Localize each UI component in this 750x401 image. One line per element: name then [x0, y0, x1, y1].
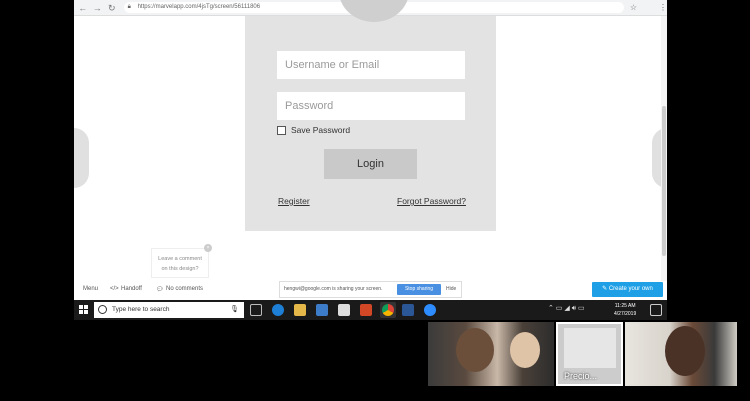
mail-icon[interactable]: [338, 304, 350, 316]
username-field[interactable]: Username or Email: [277, 51, 465, 79]
clock-date: 4/27/2019: [614, 311, 637, 317]
comment-line-2: on this design?: [161, 266, 199, 272]
windows-taskbar: Type here to search 🎙︎ ⌃ ▭ ◢ 🔊︎ ▭ 11:25 …: [74, 300, 667, 320]
reload-icon[interactable]: ↻: [106, 2, 118, 14]
sharing-text: hengwi@google.com is sharing your screen…: [284, 286, 383, 292]
prev-screen-arrow[interactable]: [74, 128, 89, 188]
store-icon[interactable]: [316, 304, 328, 316]
prototype-toolbar: Menu </> Handoff 💬︎ No comments hengwi@g…: [74, 281, 667, 300]
participant-figure: [456, 328, 494, 372]
marvel-logo-icon: ✎: [602, 286, 609, 292]
scrollbar-thumb[interactable]: [662, 106, 666, 256]
save-password-label: Save Password: [291, 125, 351, 135]
zoom-icon[interactable]: [424, 304, 436, 316]
save-password-checkbox[interactable]: [277, 126, 286, 135]
windows-start-icon[interactable]: [79, 305, 88, 314]
participant-figure: [510, 332, 540, 368]
scrollbar[interactable]: [661, 16, 667, 281]
bookmark-star-icon[interactable]: ☆: [630, 3, 637, 12]
chrome-icon: [382, 304, 394, 316]
hide-button[interactable]: Hide: [446, 282, 456, 297]
lock-icon: 🔒︎: [127, 4, 131, 10]
shared-screen-thumbnail: [564, 328, 616, 368]
chrome-active-tile[interactable]: [380, 302, 396, 318]
forgot-password-link[interactable]: Forgot Password?: [397, 196, 466, 206]
menu-button[interactable]: Menu: [83, 286, 98, 292]
create-your-own-button[interactable]: ✎ Create your own: [592, 282, 663, 297]
powerpoint-icon[interactable]: [360, 304, 372, 316]
video-tile-1[interactable]: [428, 322, 554, 386]
participant-name: Precio...: [564, 371, 598, 381]
comment-icon: 💬︎: [156, 287, 164, 293]
back-icon[interactable]: ←: [77, 2, 89, 14]
participant-figure: [665, 326, 705, 376]
word-icon[interactable]: [402, 304, 414, 316]
video-tile-2[interactable]: Precio...: [556, 322, 623, 386]
comments-button[interactable]: No comments: [166, 286, 203, 292]
search-placeholder: Type here to search: [112, 306, 170, 313]
forward-icon[interactable]: →: [92, 2, 104, 14]
notifications-icon[interactable]: [650, 304, 662, 316]
screen-share-view: ← → ↻ 🔒︎ https://marvelapp.com/4jsTg/scr…: [74, 0, 667, 320]
clock-time: 11:25 AM: [614, 303, 636, 309]
stop-sharing-button[interactable]: Stop sharing: [397, 284, 441, 295]
close-icon[interactable]: ×: [204, 244, 212, 252]
handoff-button[interactable]: Handoff: [121, 286, 142, 292]
login-button[interactable]: Login: [324, 149, 417, 179]
handoff-icon: </>: [110, 286, 119, 292]
taskbar-search-input[interactable]: Type here to search 🎙︎: [94, 302, 244, 318]
login-card: Username or Email Password Save Password…: [245, 16, 496, 231]
file-explorer-icon[interactable]: [294, 304, 306, 316]
video-tile-3[interactable]: [625, 322, 737, 386]
url-text: https://marvelapp.com/4jsTg/screen/56111…: [137, 4, 261, 10]
create-label: Create your own: [608, 286, 653, 292]
register-link[interactable]: Register: [278, 196, 310, 206]
comment-line-1: Leave a comment: [158, 256, 202, 262]
system-tray[interactable]: ⌃ ▭ ◢ 🔊︎ ▭: [548, 304, 585, 313]
password-field[interactable]: Password: [277, 92, 465, 120]
taskbar-clock[interactable]: 11:25 AM 4/27/2019: [614, 302, 636, 318]
screen-sharing-bar: hengwi@google.com is sharing your screen…: [279, 281, 462, 298]
edge-icon[interactable]: [272, 304, 284, 316]
task-view-icon[interactable]: [250, 304, 262, 316]
comment-prompt[interactable]: Leave a comment on this design?: [151, 248, 209, 278]
browser-menu-icon[interactable]: ⋮: [659, 3, 667, 12]
microphone-icon[interactable]: 🎙︎: [230, 302, 239, 318]
search-icon: [98, 305, 107, 314]
